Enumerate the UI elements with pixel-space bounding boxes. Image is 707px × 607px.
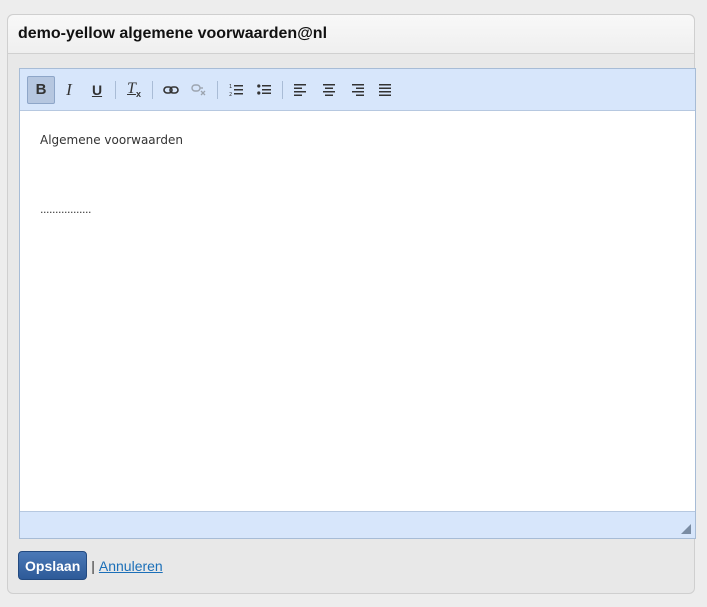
- toolbar-separator: [115, 80, 116, 99]
- numbered-list-icon: 1 2: [229, 84, 243, 97]
- editor-content[interactable]: Algemene voorwaarden .................: [20, 111, 695, 511]
- panel-title: demo-yellow algemene voorwaarden@nl: [18, 25, 328, 42]
- italic-icon: I: [66, 79, 72, 99]
- align-center-icon: [323, 83, 335, 96]
- link-button[interactable]: [157, 76, 185, 104]
- editor-statusbar: [20, 511, 695, 538]
- panel-header: demo-yellow algemene voorwaarden@nl: [8, 15, 694, 54]
- align-right-button[interactable]: [343, 76, 371, 104]
- form-actions: Opslaan | Annuleren: [18, 551, 163, 580]
- underline-button[interactable]: U: [83, 76, 111, 104]
- bulleted-list-icon: [257, 83, 271, 95]
- save-button[interactable]: Opslaan: [18, 551, 88, 580]
- bold-icon: B: [35, 81, 47, 98]
- bulleted-list-button[interactable]: [250, 76, 278, 104]
- cancel-link[interactable]: Annuleren: [99, 558, 163, 574]
- toolbar-separator: [282, 80, 283, 99]
- unlink-icon: [191, 83, 206, 95]
- underline-icon: U: [91, 81, 103, 98]
- align-center-button[interactable]: [315, 76, 343, 104]
- svg-text:1: 1: [229, 84, 232, 90]
- align-justify-icon: [379, 83, 391, 96]
- remove-format-icon: Tx: [127, 79, 141, 100]
- numbered-list-button[interactable]: 1 2: [222, 76, 250, 104]
- content-line-title: Algemene voorwaarden: [40, 133, 183, 147]
- editor-panel: demo-yellow algemene voorwaarden@nl B I …: [7, 14, 696, 594]
- link-icon: [163, 85, 179, 94]
- toolbar-separator: [152, 80, 153, 99]
- actions-separator: |: [91, 557, 95, 574]
- align-left-icon: [294, 83, 306, 96]
- toolbar-separator: [217, 80, 218, 99]
- align-justify-button[interactable]: [371, 76, 399, 104]
- unlink-button[interactable]: [185, 76, 213, 104]
- italic-button[interactable]: I: [55, 76, 83, 104]
- remove-format-button[interactable]: Tx: [120, 76, 148, 104]
- align-right-icon: [352, 83, 364, 96]
- resize-handle-icon[interactable]: [681, 524, 691, 534]
- rich-text-editor: B I U Tx 1 2 Algemene voorwaarden ......…: [19, 68, 696, 539]
- svg-text:2: 2: [229, 92, 232, 97]
- editor-toolbar: B I U Tx 1 2: [20, 69, 695, 111]
- bold-button[interactable]: B: [27, 75, 55, 104]
- align-left-button[interactable]: [287, 76, 315, 104]
- content-line-dots: .................: [40, 203, 91, 216]
